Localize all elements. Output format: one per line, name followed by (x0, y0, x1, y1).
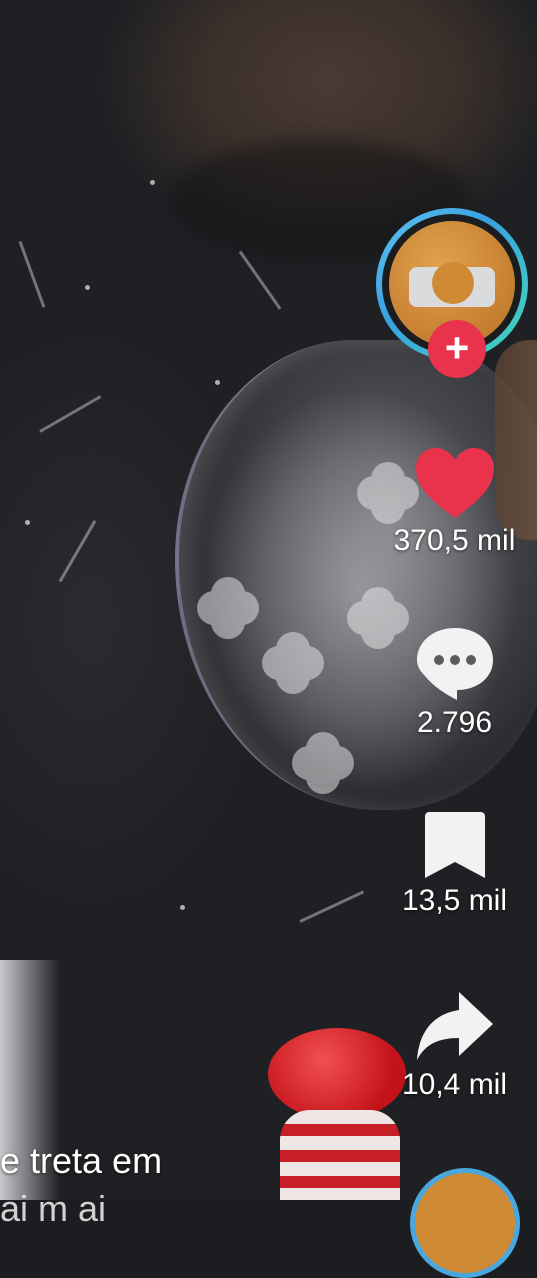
video-scene-sparkle (25, 520, 30, 525)
comment-bubble-icon (416, 628, 493, 700)
video-scene-flower (300, 740, 346, 786)
save-count: 13,5 mil (401, 884, 508, 917)
heart-icon (415, 448, 494, 518)
follow-button[interactable]: + (428, 320, 486, 378)
video-scene-sparkle (85, 285, 90, 290)
creator-avatar[interactable]: + (376, 208, 528, 378)
share-button[interactable]: 10,4 mil (372, 988, 537, 1102)
video-caption[interactable]: e treta em (0, 1140, 162, 1182)
comment-count: 2.796 (416, 706, 493, 739)
share-count: 10,4 mil (401, 1068, 508, 1101)
video-scene-print (299, 890, 365, 923)
music-disc-avatar[interactable] (410, 1168, 520, 1278)
comment-button[interactable]: 2.796 (372, 626, 537, 740)
like-button[interactable]: 370,5 mil (372, 446, 537, 558)
video-scene-toy-body (280, 1110, 400, 1200)
video-scene-print (18, 240, 46, 308)
video-scene-sparkle (180, 905, 185, 910)
video-scene-print (238, 250, 282, 310)
save-button[interactable]: 13,5 mil (372, 810, 537, 918)
video-scene-print (39, 395, 102, 433)
avatar-logo-disc (432, 262, 474, 304)
share-arrow-icon (416, 992, 493, 1060)
video-scene-sparkle (150, 180, 155, 185)
video-scene-print (58, 520, 97, 583)
video-scene-flower (205, 585, 251, 631)
video-caption-second-line[interactable]: ai m ai (0, 1188, 106, 1230)
like-count: 370,5 mil (393, 524, 516, 557)
video-scene-flower (270, 640, 316, 686)
bookmark-icon (424, 812, 485, 878)
video-scene-sparkle (215, 380, 220, 385)
